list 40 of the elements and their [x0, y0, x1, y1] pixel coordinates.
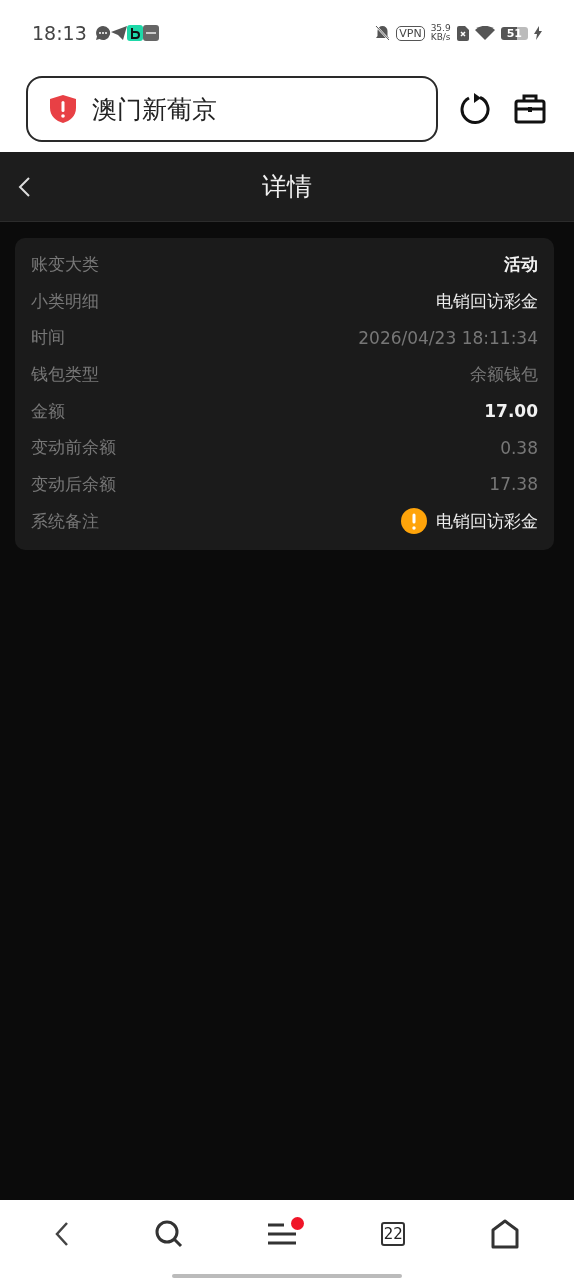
clock: 18:13	[32, 22, 87, 44]
field-value: 2026/04/23 18:11:34	[358, 327, 538, 348]
wifi-icon	[474, 25, 495, 41]
address-text: 澳门新葡京	[92, 93, 217, 126]
back-icon[interactable]	[17, 177, 31, 197]
field-label: 系统备注	[31, 509, 99, 533]
chat-icon	[94, 25, 111, 41]
search-icon[interactable]	[154, 1220, 183, 1248]
field-label: 变动前余额	[31, 436, 116, 460]
field-value: 活动	[504, 252, 538, 276]
sim-icon	[456, 25, 469, 41]
field-label: 时间	[31, 326, 65, 350]
toolbox-icon[interactable]	[514, 94, 546, 124]
field-value: 17.00	[484, 401, 538, 422]
field-label: 金额	[31, 399, 65, 423]
field-value: 电销回访彩金	[436, 509, 538, 533]
refresh-icon[interactable]	[460, 93, 492, 125]
field-value: 0.38	[500, 437, 538, 458]
muted-bell-icon	[375, 25, 391, 41]
vpn-indicator: VPN	[396, 25, 425, 41]
address-bar[interactable]: 澳门新葡京	[26, 76, 438, 142]
page-title: 详情	[262, 171, 312, 203]
speed-unit: KB/s	[430, 33, 451, 42]
field-label: 账变大类	[31, 252, 99, 276]
field-label: 钱包类型	[31, 362, 99, 386]
app-icon	[126, 25, 143, 41]
field-value: 余额钱包	[470, 362, 538, 386]
menu-icon[interactable]	[266, 1222, 297, 1246]
field-label: 小类明细	[31, 289, 99, 313]
warning-icon	[401, 508, 427, 535]
network-speed: 35.9	[430, 24, 451, 33]
paper-plane-icon	[110, 26, 127, 40]
field-value: 17.38	[489, 474, 538, 495]
charging-icon	[534, 26, 542, 40]
warning-shield-icon	[50, 95, 76, 123]
home-icon[interactable]	[489, 1219, 520, 1249]
field-label: 变动后余额	[31, 472, 116, 496]
field-value: 电销回访彩金	[436, 289, 538, 313]
back-icon[interactable]	[54, 1221, 71, 1247]
tabs-button[interactable]: 22	[381, 1222, 406, 1246]
